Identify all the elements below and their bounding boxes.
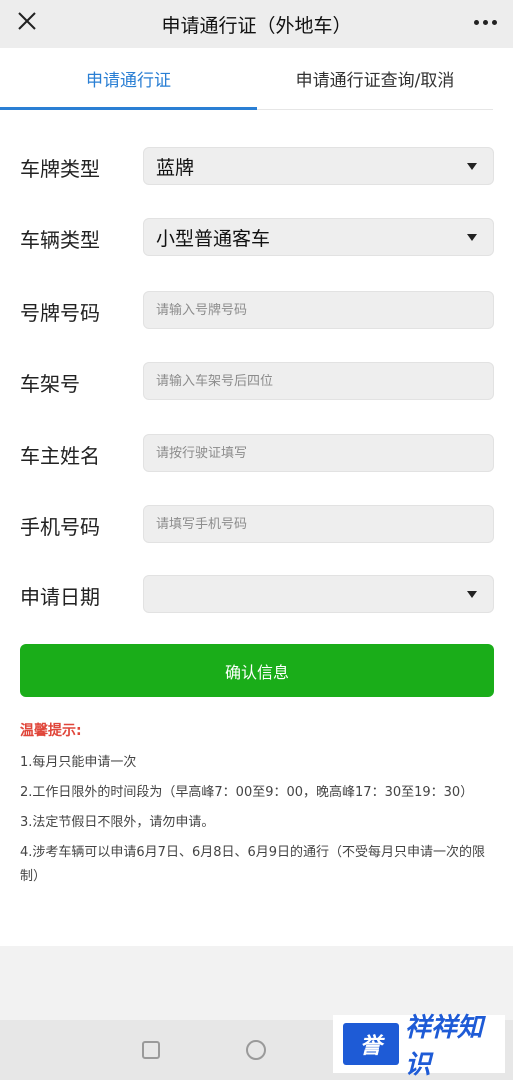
tab-bar: 申请通行证 申请通行证查询/取消 [0,48,493,110]
page-title: 申请通行证（外地车） [161,14,352,37]
tips-title: 温馨提示: [20,723,82,739]
plate-number-input[interactable] [156,302,493,318]
confirm-button[interactable]: 确认信息 [20,644,494,697]
tip-item: 2.工作日限外的时间段为（早高峰7：00至9：00，晚高峰17：30至19：30… [20,785,474,800]
plate-number-field-box [143,291,494,329]
chevron-down-icon [467,163,477,170]
watermark-logo: 誉 祥祥知识 [333,1013,505,1080]
form-row-plate-type: 车牌类型 蓝牌 [0,147,513,187]
active-tab-indicator [0,107,257,110]
main-content: 申请通行证 申请通行证查询/取消 车牌类型 蓝牌 车辆类型 小型普通客车 号牌号… [0,48,513,946]
vehicle-type-label: 车辆类型 [20,228,100,252]
watermark-mark: 誉 [343,1023,399,1065]
apply-date-select[interactable] [143,575,494,613]
more-icon[interactable] [469,10,501,34]
form-row-vehicle-type: 车辆类型 小型普通客车 [0,218,513,258]
form-row-phone: 手机号码 [0,505,513,545]
plate-type-select[interactable]: 蓝牌 [143,147,494,185]
form-row-frame-number: 车架号 [0,362,513,402]
tip-item: 1.每月只能申请一次 [20,755,137,770]
phone-field-box [143,505,494,543]
tab-apply[interactable]: 申请通行证 [0,48,257,108]
close-icon[interactable] [14,8,40,34]
plate-number-label: 号牌号码 [20,301,100,325]
chevron-down-icon [467,591,477,598]
owner-name-label: 车主姓名 [20,444,100,468]
owner-name-field-box [143,434,494,472]
frame-number-label: 车架号 [20,372,80,396]
phone-label: 手机号码 [20,515,100,539]
owner-name-input[interactable] [156,445,493,461]
tab-query-cancel[interactable]: 申请通行证查询/取消 [257,48,493,108]
tip-item: 3.法定节假日不限外，请勿申请。 [20,815,215,830]
home-icon[interactable] [246,1040,266,1060]
chevron-down-icon [467,234,477,241]
phone-input[interactable] [156,516,493,532]
vehicle-type-select[interactable]: 小型普通客车 [143,218,494,256]
tip-item: 4.涉考车辆可以申请6月7日、6月8日、6月9日的通行（不受每月只申请一次的限制… [20,845,486,884]
title-bar: 申请通行证（外地车） [0,0,513,48]
recent-apps-icon[interactable] [142,1041,160,1059]
vehicle-type-value: 小型普通客车 [156,227,271,250]
tips-section: 温馨提示: 1.每月只能申请一次 2.工作日限外的时间段为（早高峰7：00至9：… [20,720,498,895]
frame-number-field-box [143,362,494,400]
plate-type-label: 车牌类型 [20,157,100,181]
watermark-text: 祥祥知识 [404,1013,483,1080]
form-row-owner-name: 车主姓名 [0,434,513,474]
plate-type-value: 蓝牌 [156,156,195,179]
apply-date-label: 申请日期 [20,585,100,609]
frame-number-input[interactable] [156,373,493,389]
form-row-apply-date: 申请日期 [0,575,513,615]
form-row-plate-number: 号牌号码 [0,291,513,331]
